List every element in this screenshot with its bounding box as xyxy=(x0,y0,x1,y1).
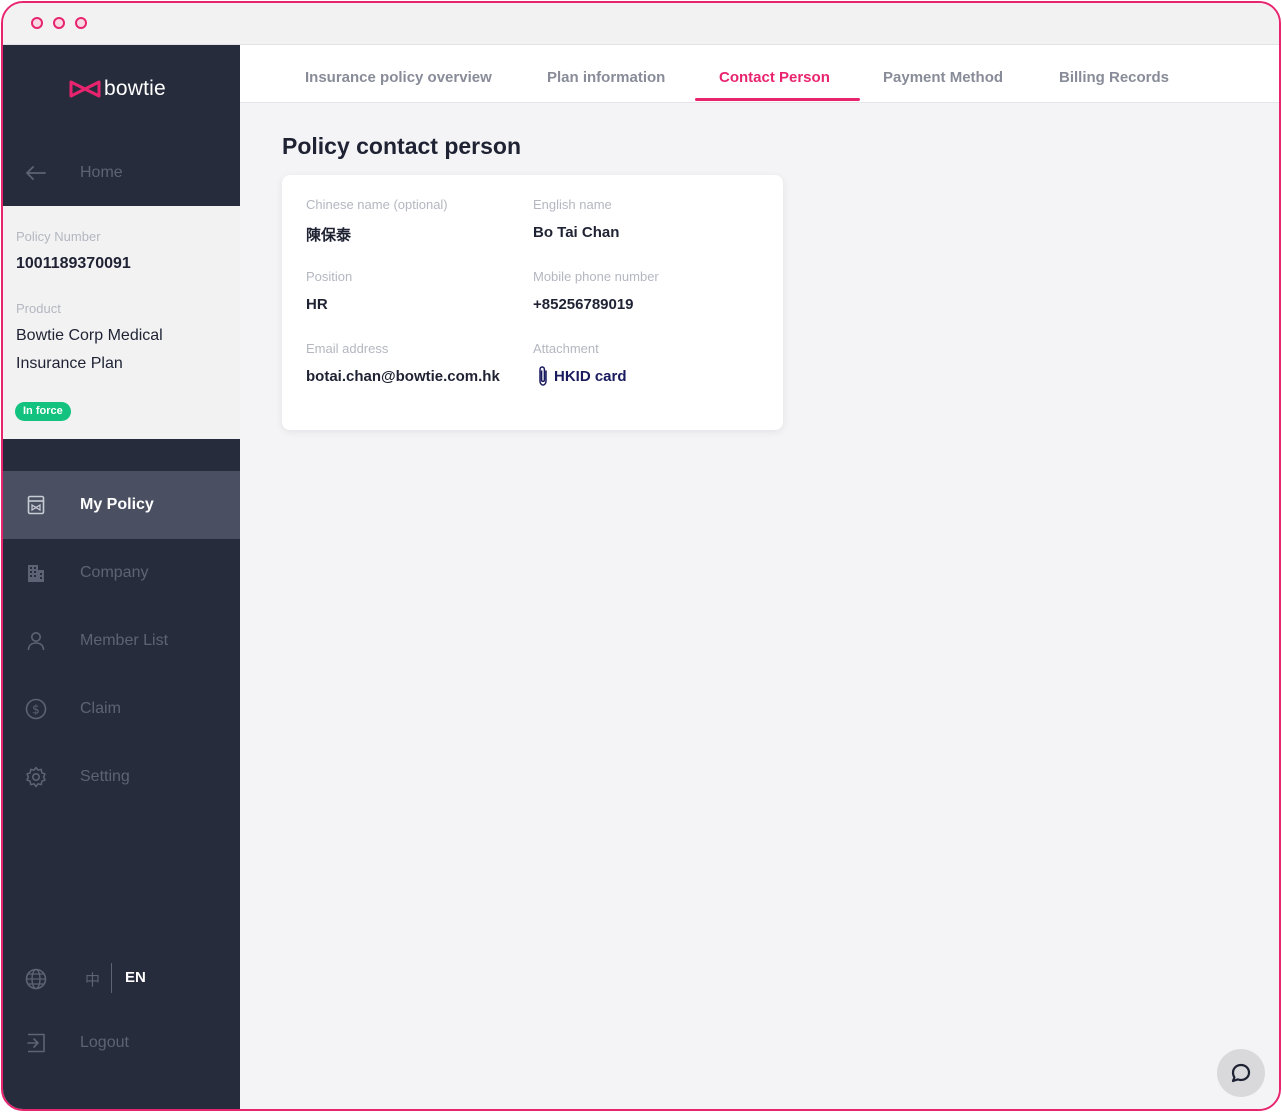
bowtie-logo-icon xyxy=(69,80,101,98)
tab-bar: Insurance policy overview Plan informati… xyxy=(240,45,1279,103)
browser-window: bowtie Home Policy Number 1001189370091 … xyxy=(1,1,1281,1111)
sidebar-item-my-policy[interactable]: My Policy xyxy=(3,471,240,539)
mobile-label: Mobile phone number xyxy=(533,269,659,284)
sidebar: bowtie Home Policy Number 1001189370091 … xyxy=(3,45,240,1109)
chat-button[interactable] xyxy=(1217,1049,1265,1097)
attachment-filename: HKID card xyxy=(554,367,627,385)
chinese-name-value: 陳保泰 xyxy=(306,227,352,244)
gear-icon xyxy=(25,766,47,788)
email-label: Email address xyxy=(306,341,389,356)
sidebar-item-label: Member List xyxy=(80,632,169,649)
policy-number: 1001189370091 xyxy=(16,255,131,272)
position-value: HR xyxy=(306,296,328,313)
window-titlebar xyxy=(3,3,1279,45)
policy-summary: Policy Number 1001189370091 Product Bowt… xyxy=(3,206,240,439)
dollar-icon: $ xyxy=(25,698,47,720)
logout-label: Logout xyxy=(80,1034,129,1051)
sidebar-item-label: My Policy xyxy=(80,496,154,513)
product-label: Product xyxy=(16,301,61,316)
close-window-dot[interactable] xyxy=(31,17,43,29)
position-label: Position xyxy=(306,269,353,284)
paperclip-icon xyxy=(539,366,547,386)
tab-plan-information[interactable]: Plan information xyxy=(547,69,665,86)
attachment-label: Attachment xyxy=(533,341,599,356)
english-name-label: English name xyxy=(533,197,612,212)
tab-payment-method[interactable]: Payment Method xyxy=(883,69,1003,86)
brand-name: bowtie xyxy=(104,77,166,100)
sidebar-item-member-list[interactable]: Member List xyxy=(3,607,240,675)
minimize-window-dot[interactable] xyxy=(53,17,65,29)
language-option-en[interactable]: EN xyxy=(125,969,146,986)
sidebar-item-label: Claim xyxy=(80,700,121,717)
language-option-zh[interactable]: 中 xyxy=(85,969,100,990)
policy-icon xyxy=(25,494,47,516)
maximize-window-dot[interactable] xyxy=(75,17,87,29)
policy-number-label: Policy Number xyxy=(16,229,101,244)
sidebar-item-company[interactable]: Company xyxy=(3,539,240,607)
home-label: Home xyxy=(80,164,123,181)
status-badge: In force xyxy=(15,402,71,421)
logout-button[interactable]: Logout xyxy=(3,1009,240,1077)
language-divider xyxy=(111,963,112,993)
chinese-name-label: Chinese name (optional) xyxy=(306,197,448,212)
home-link[interactable]: Home xyxy=(3,145,240,201)
mobile-value: +85256789019 xyxy=(533,296,634,313)
email-value: botai.chan@bowtie.com.hk xyxy=(306,368,500,385)
sidebar-item-claim[interactable]: $ Claim xyxy=(3,675,240,743)
building-icon xyxy=(25,562,47,584)
main-content: Insurance policy overview Plan informati… xyxy=(240,45,1279,1109)
globe-icon xyxy=(25,968,47,990)
page-title: Policy contact person xyxy=(282,133,522,159)
sidebar-item-label: Company xyxy=(80,564,149,581)
sidebar-item-label: Setting xyxy=(80,768,130,785)
logout-icon xyxy=(25,1032,47,1054)
svg-text:$: $ xyxy=(32,703,40,717)
tab-billing-records[interactable]: Billing Records xyxy=(1059,69,1169,86)
tab-contact-person[interactable]: Contact Person xyxy=(719,69,830,86)
chat-bubble-icon xyxy=(1231,1063,1251,1083)
english-name-value: Bo Tai Chan xyxy=(533,224,620,241)
contact-person-card: Chinese name (optional) 陳保泰 English name… xyxy=(282,175,783,430)
product-name: Bowtie Corp Medical Insurance Plan xyxy=(16,327,163,372)
sidebar-item-setting[interactable]: Setting xyxy=(3,743,240,811)
active-tab-indicator xyxy=(695,98,860,101)
bowtie-logo[interactable]: bowtie xyxy=(69,75,166,103)
arrow-left-icon xyxy=(25,162,47,184)
attachment-link[interactable]: HKID card xyxy=(536,365,627,387)
user-icon xyxy=(25,630,47,652)
tab-insurance-policy-overview[interactable]: Insurance policy overview xyxy=(305,69,492,86)
language-switcher: 中 EN xyxy=(3,955,240,1003)
